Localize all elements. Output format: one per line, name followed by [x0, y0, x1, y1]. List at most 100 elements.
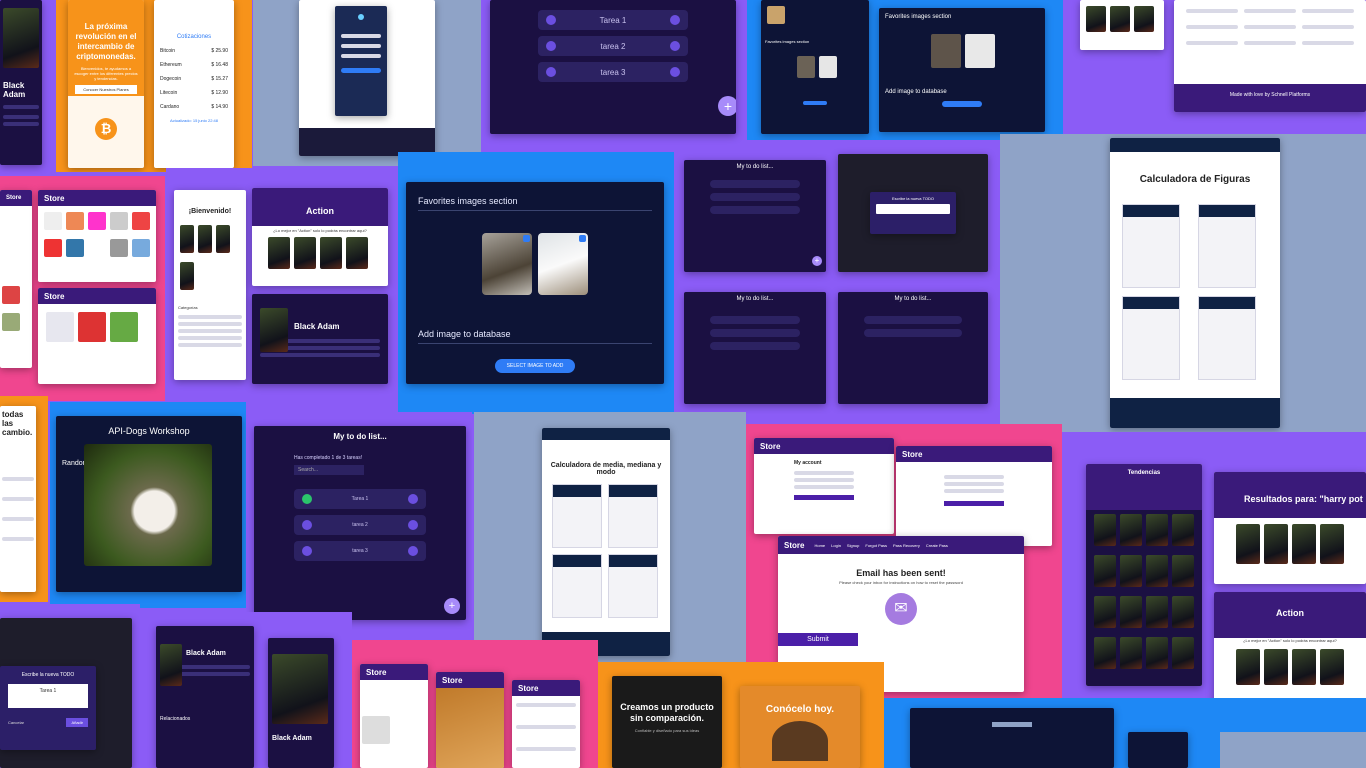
- check-icon[interactable]: [302, 494, 312, 504]
- login-modal: [335, 6, 387, 116]
- check-icon[interactable]: [302, 520, 312, 530]
- tile-pricing-left: todas las cambio.: [0, 396, 48, 602]
- task-item[interactable]: tarea 3: [294, 541, 426, 561]
- tile-stats: Calculadora de media, mediana y modo: [474, 412, 746, 662]
- cancel-button[interactable]: Cancelar: [8, 720, 24, 725]
- recovery-submit[interactable]: [944, 501, 1004, 506]
- footer: [1110, 398, 1280, 428]
- delete-icon[interactable]: [408, 520, 418, 530]
- trends-title: Tendencias: [1086, 464, 1202, 510]
- store-nav: Store Home Login Signup Forgot Pass Pass…: [778, 536, 1024, 554]
- plans-button[interactable]: Conocer Nuestros Planes: [75, 85, 137, 94]
- remove-icon[interactable]: [579, 235, 586, 242]
- add-image-label: Add image to database: [885, 89, 947, 95]
- nav-link[interactable]: Forgot Pass: [865, 543, 887, 548]
- tile-movies-welcome: ¡Bienvenido! Categorías Action ¿Lo mejor…: [166, 168, 398, 396]
- action-title: Action: [1214, 592, 1366, 638]
- add-task-button[interactable]: +: [718, 96, 736, 116]
- todo-heading: My to do list...: [333, 432, 387, 441]
- check-icon[interactable]: [302, 546, 312, 556]
- store-header: Store: [436, 672, 504, 688]
- select-image-button[interactable]: [942, 101, 982, 107]
- delete-icon[interactable]: [408, 494, 418, 504]
- delete-icon[interactable]: [408, 546, 418, 556]
- promo-headline: Creamos un producto sin comparación.: [620, 702, 714, 723]
- task-item[interactable]: tarea 2: [538, 36, 688, 56]
- store-product: Store: [38, 288, 156, 384]
- task-item[interactable]: tarea 3: [538, 62, 688, 82]
- price-row: Dogecoin $ 15.27: [160, 76, 228, 82]
- store-header: Store: [896, 446, 1052, 462]
- select-button[interactable]: [803, 101, 827, 105]
- promo-sub: Confiable y diseñado para sus ideas: [634, 728, 700, 733]
- new-todo-input[interactable]: [876, 204, 950, 214]
- tile-bitcoin: La próxima revolución en el intercambio …: [56, 0, 252, 172]
- movie-card: Black Adam: [0, 0, 42, 165]
- tile-todo-grid: My to do list... + Escribe la nueva TODO…: [674, 146, 998, 414]
- nav-link[interactable]: Login: [831, 543, 841, 548]
- remove-icon[interactable]: [523, 235, 530, 242]
- tile-store-bottom: Store Store Store: [352, 640, 598, 768]
- figures-calculator: Calculadora de Figuras: [1110, 138, 1280, 428]
- search-results: Resultados para: "harry pot: [1214, 472, 1366, 584]
- store-header: Store: [38, 190, 156, 206]
- todo-app: My to do list... Has completado 1 de 3 t…: [254, 426, 466, 620]
- envelope-icon: ✉: [885, 593, 917, 625]
- welcome-panel: ¡Bienvenido! Categorías: [174, 190, 246, 380]
- new-todo-input[interactable]: Tarea 1: [8, 684, 88, 708]
- add-image-heading: Add image to database: [418, 329, 652, 344]
- tile-store-left: Store Store Store: [0, 176, 165, 401]
- task-item[interactable]: tarea 2: [294, 515, 426, 535]
- tile-favorites-top: Favorites images section Favorites image…: [747, 0, 1063, 140]
- bitcoin-headline: La próxima revolución en el intercambio …: [75, 22, 137, 61]
- bitcoin-body: Bienvenidos, te ayudamos a escoger entre…: [74, 66, 138, 81]
- account-submit[interactable]: [794, 495, 854, 500]
- stats-title: Calculadora de media, mediana y modo: [550, 462, 662, 476]
- email-sent-body: Please check your inbox for instructions…: [839, 580, 963, 585]
- new-todo-modal: Escribe la nueva TODO: [870, 192, 956, 234]
- todo-title: My to do list...: [736, 164, 774, 170]
- nav-link[interactable]: Create Pass: [926, 543, 948, 548]
- tile-promo: Creamos un producto sin comparación. Con…: [598, 662, 884, 768]
- add-task-button[interactable]: +: [444, 598, 460, 614]
- add-task-button[interactable]: +: [812, 256, 822, 266]
- store-header: Store: [38, 288, 156, 304]
- todo-title: My to do list...: [736, 296, 774, 302]
- todo-mini-2: My to do list...: [684, 292, 826, 404]
- favorites-title: Favorites images section: [765, 39, 810, 44]
- store-brand: Store: [0, 190, 32, 206]
- store-side: Store: [0, 190, 32, 368]
- movie-grid-mini: [1080, 0, 1164, 50]
- todo-mini-3: My to do list...: [838, 292, 988, 404]
- tile-movies-bottom: Black Adam Relacionados Black Adam: [142, 612, 352, 768]
- store-header: Store: [360, 664, 428, 680]
- login-button[interactable]: [341, 68, 381, 73]
- todo-title: My to do list...: [894, 296, 932, 302]
- bitcoin-landing: La próxima revolución en el intercambio …: [68, 0, 144, 168]
- submit-button[interactable]: Submit: [778, 633, 858, 646]
- search-input[interactable]: Search...: [294, 465, 364, 475]
- favorites-mini-1: Favorites images section: [761, 0, 869, 134]
- tile-dogs: API-Dogs Workshop Random: [50, 402, 246, 608]
- nav-link[interactable]: Home: [814, 543, 825, 548]
- action-panel: Action ¿Lo mejor en "Action" solo lo pod…: [252, 188, 388, 286]
- store-mobile-2: Store: [436, 672, 504, 768]
- login-page: [299, 0, 435, 156]
- favorites-app: Favorites images section Add image to da…: [406, 182, 664, 384]
- dog-modal-image[interactable]: [84, 444, 212, 566]
- favorite-image-dogs[interactable]: [482, 233, 532, 295]
- task-item[interactable]: Tarea 1: [538, 10, 688, 30]
- price-row: Cardano $ 14.90: [160, 104, 228, 110]
- nav-link[interactable]: Signup: [847, 543, 859, 548]
- favorite-image-white-dog[interactable]: [538, 233, 588, 295]
- select-image-button[interactable]: SELECT IMAGE TO ADD: [494, 359, 576, 373]
- action-title: Action: [252, 188, 388, 226]
- todo-modal-mini: Escribe la nueva TODO: [838, 154, 988, 272]
- store-grid: Store: [38, 190, 156, 282]
- nav-link[interactable]: Pass Recovery: [893, 543, 920, 548]
- add-todo-button[interactable]: Añadir: [66, 718, 88, 727]
- task-item[interactable]: Tarea 1: [294, 489, 426, 509]
- app-header: [1110, 138, 1280, 152]
- todo-modal-page: Escribe la nueva TODO Tarea 1 Cancelar A…: [0, 618, 132, 768]
- dogs-app: API-Dogs Workshop Random: [56, 416, 242, 592]
